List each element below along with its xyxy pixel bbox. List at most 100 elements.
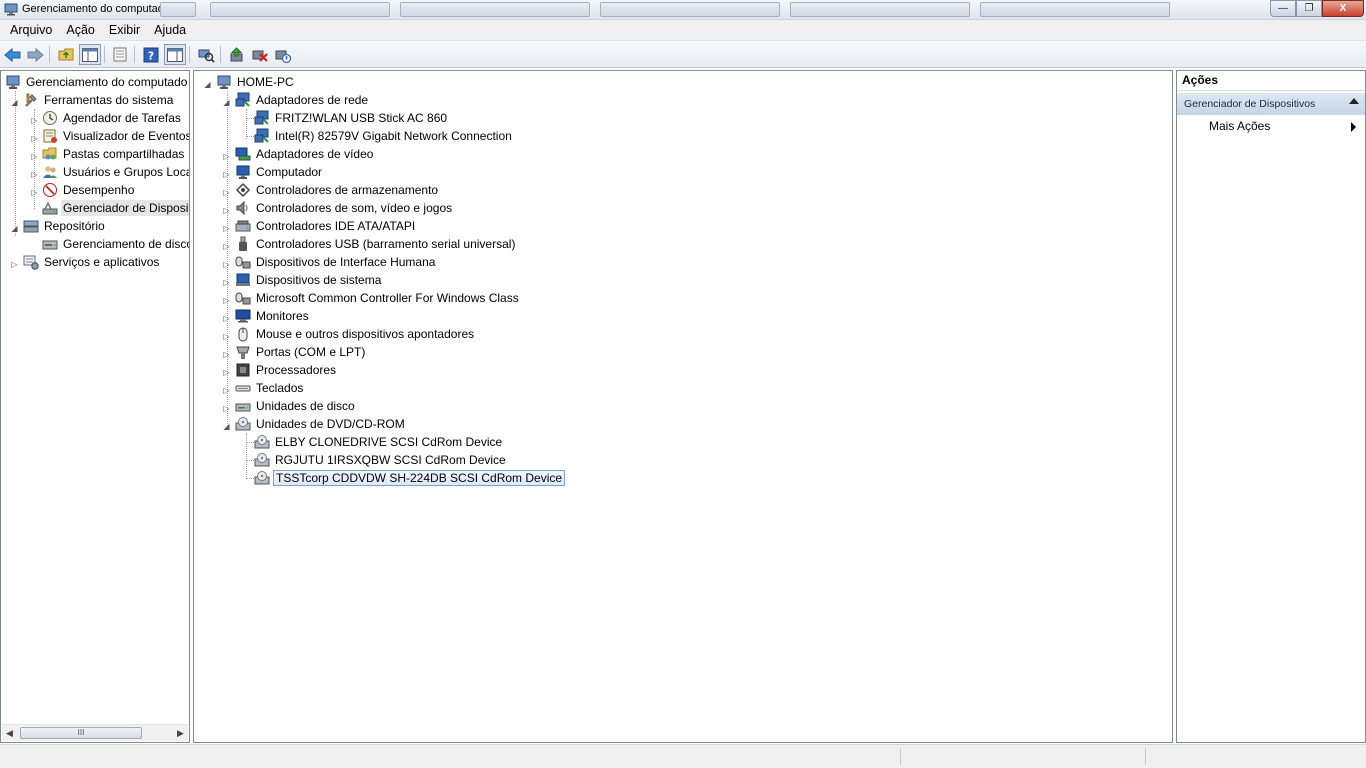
category-label: Dispositivos de sistema (256, 273, 382, 287)
tree-item-label: Gerenciamento de disco (63, 237, 190, 251)
expand-icon[interactable]: ▷ (222, 386, 231, 395)
submenu-arrow-icon[interactable] (1351, 122, 1356, 132)
collapse-icon[interactable]: ◢ (203, 80, 212, 89)
expand-icon[interactable]: ▷ (30, 116, 39, 125)
tree-item-servicos[interactable]: Serviços e aplicativos (23, 253, 161, 271)
expand-icon[interactable]: ▷ (222, 296, 231, 305)
tree-item-ferramentas[interactable]: Ferramentas do sistema (23, 91, 175, 109)
horizontal-scrollbar[interactable]: ◀ III ▶ (2, 724, 188, 741)
tree-item-visualizador[interactable]: Visualizador de Eventos (42, 127, 189, 145)
menu-ajuda[interactable]: Ajuda (147, 21, 193, 39)
collapse-up-icon[interactable] (1349, 98, 1359, 104)
expand-icon[interactable]: ▷ (222, 206, 231, 215)
device-fritz-wlan[interactable]: FRITZ!WLAN USB Stick AC 860 (254, 109, 449, 127)
category-hid-devices[interactable]: Dispositivos de Interface Humana (235, 253, 437, 271)
expand-icon[interactable]: ▷ (222, 260, 231, 269)
device-elby-clonedrive[interactable]: ELBY CLONEDRIVE SCSI CdRom Device (254, 433, 504, 451)
category-mouse-devices[interactable]: Mouse e outros dispositivos apontadores (235, 325, 476, 343)
action-pane-icon (167, 47, 183, 62)
device-tsstcorp[interactable]: TSSTcorp CDDVDW SH-224DB SCSI CdRom Devi… (254, 469, 566, 487)
menu-exibir[interactable]: Exibir (102, 21, 147, 39)
properties-sheet-button[interactable] (109, 44, 131, 65)
tree-item-pastas[interactable]: Pastas compartilhadas (42, 145, 186, 163)
expand-icon[interactable]: ▷ (30, 152, 39, 161)
menu-acao[interactable]: Ação (59, 21, 102, 39)
category-monitors[interactable]: Monitores (235, 307, 311, 325)
maximize-button[interactable]: ❐ (1296, 0, 1322, 17)
document-list-icon (113, 47, 127, 62)
category-network-adapters[interactable]: Adaptadores de rede (235, 91, 370, 109)
expand-icon[interactable]: ▷ (222, 242, 231, 251)
expand-icon[interactable]: ▷ (222, 350, 231, 359)
close-button[interactable]: X (1322, 0, 1364, 17)
minimize-button[interactable]: — (1270, 0, 1296, 17)
tree-item-repositorio[interactable]: Repositório (23, 217, 107, 235)
category-label: Unidades de disco (256, 399, 355, 413)
show-hide-console-tree-button[interactable] (79, 44, 101, 65)
tree-item-desempenho[interactable]: Desempenho (42, 181, 136, 199)
device-rgjutu[interactable]: RGJUTU 1IRSXQBW SCSI CdRom Device (254, 451, 508, 469)
computer-management-icon (4, 3, 18, 16)
forward-button[interactable] (24, 44, 46, 65)
collapse-icon[interactable]: ◢ (222, 422, 231, 431)
up-level-button[interactable] (55, 44, 77, 65)
more-actions-item[interactable]: Mais Ações (1209, 119, 1270, 133)
scrollbar-thumb[interactable]: III (20, 727, 142, 739)
display-adapter-icon (235, 146, 251, 162)
show-hide-action-pane-button[interactable] (164, 44, 186, 65)
collapse-icon[interactable]: ◢ (10, 98, 19, 107)
disable-device-button[interactable] (272, 44, 294, 65)
shared-folder-icon (42, 146, 58, 162)
tree-item-usuarios[interactable]: Usuários e Grupos Loca (42, 163, 189, 181)
expand-icon[interactable]: ▷ (222, 152, 231, 161)
category-label: Unidades de DVD/CD-ROM (256, 417, 405, 431)
category-dvd-cdrom[interactable]: Unidades de DVD/CD-ROM (235, 415, 407, 433)
collapse-icon[interactable]: ◢ (222, 98, 231, 107)
device-intel-ethernet[interactable]: Intel(R) 82579V Gigabit Network Connecti… (254, 127, 514, 145)
expand-icon[interactable]: ▷ (222, 170, 231, 179)
scroll-right-icon[interactable]: ▶ (177, 728, 184, 739)
tree-line (246, 136, 254, 137)
expand-icon[interactable]: ▷ (222, 224, 231, 233)
expand-icon[interactable]: ▷ (30, 134, 39, 143)
usb-icon (235, 236, 251, 252)
minimize-icon: — (1278, 3, 1288, 14)
uninstall-device-button[interactable] (249, 44, 271, 65)
category-disk-drives[interactable]: Unidades de disco (235, 397, 357, 415)
category-video-adapters[interactable]: Adaptadores de vídeo (235, 145, 375, 163)
category-processors[interactable]: Processadores (235, 361, 338, 379)
tree-root[interactable]: Gerenciamento do computado (5, 73, 189, 91)
background-window-tab (790, 2, 970, 17)
category-ide-controllers[interactable]: Controladores IDE ATA/ATAPI (235, 217, 417, 235)
actions-section-device-manager[interactable]: Gerenciador de Dispositivos (1177, 93, 1365, 115)
device-tree-root[interactable]: HOME-PC (216, 73, 296, 91)
category-sound-controllers[interactable]: Controladores de som, vídeo e jogos (235, 199, 454, 217)
expand-icon[interactable]: ▷ (30, 170, 39, 179)
expand-icon[interactable]: ▷ (30, 188, 39, 197)
update-driver-button[interactable] (226, 44, 248, 65)
category-ports[interactable]: Portas (COM e LPT) (235, 343, 367, 361)
tree-item-gerenciador[interactable]: Gerenciador de Disposit (42, 199, 189, 217)
tree-item-agendador[interactable]: Agendador de Tarefas (42, 109, 183, 127)
back-button[interactable] (2, 44, 24, 65)
category-computer[interactable]: Computador (235, 163, 324, 181)
collapse-icon[interactable]: ◢ (10, 224, 19, 233)
category-microsoft-common-controller[interactable]: Microsoft Common Controller For Windows … (235, 289, 521, 307)
scroll-left-icon[interactable]: ◀ (6, 728, 13, 739)
expand-icon[interactable]: ▷ (222, 314, 231, 323)
expand-icon[interactable]: ▷ (222, 368, 231, 377)
category-storage-controllers[interactable]: Controladores de armazenamento (235, 181, 440, 199)
category-system-devices[interactable]: Dispositivos de sistema (235, 271, 383, 289)
expand-icon[interactable]: ▷ (222, 404, 231, 413)
category-keyboards[interactable]: Teclados (235, 379, 305, 397)
menu-arquivo[interactable]: Arquivo (3, 21, 59, 39)
expand-icon[interactable]: ▷ (222, 188, 231, 197)
expand-icon[interactable]: ▷ (10, 260, 19, 269)
tree-item-gerenciamento-disco[interactable]: Gerenciamento de disco (42, 235, 190, 253)
scan-hardware-button[interactable] (195, 44, 217, 65)
help-button[interactable]: ? (140, 44, 162, 65)
category-usb-controllers[interactable]: Controladores USB (barramento serial uni… (235, 235, 517, 253)
expand-icon[interactable]: ▷ (222, 332, 231, 341)
expand-icon[interactable]: ▷ (222, 278, 231, 287)
tree-line (246, 433, 247, 479)
